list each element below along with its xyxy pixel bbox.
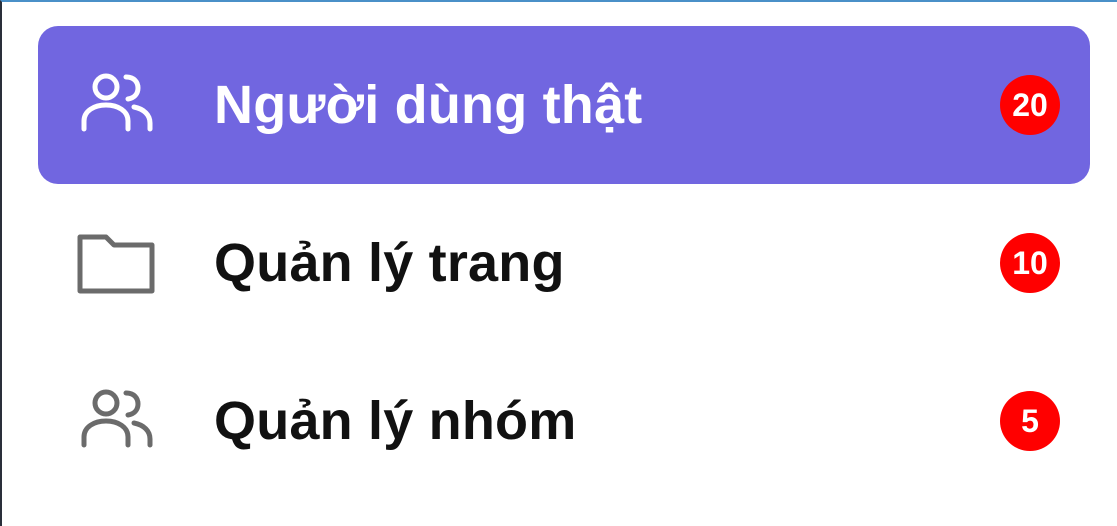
count-badge: 5 [1000,391,1060,451]
sidebar-item-label: Quản lý trang [214,233,565,293]
sidebar-item-real-users[interactable]: Người dùng thật 20 [38,26,1090,184]
sidebar-item-manage-groups[interactable]: Quản lý nhóm 5 [38,342,1090,500]
users-icon [74,379,158,463]
count-badge: 20 [1000,75,1060,135]
sidebar-menu: Người dùng thật 20 Quản lý trang 10 Quản… [38,26,1090,500]
folder-icon [74,221,158,305]
users-icon [74,63,158,147]
sidebar-item-label: Quản lý nhóm [214,391,577,451]
sidebar-frame: Người dùng thật 20 Quản lý trang 10 Quản… [0,0,1117,526]
count-badge: 10 [1000,233,1060,293]
sidebar-item-label: Người dùng thật [214,75,643,135]
sidebar-item-manage-pages[interactable]: Quản lý trang 10 [38,184,1090,342]
